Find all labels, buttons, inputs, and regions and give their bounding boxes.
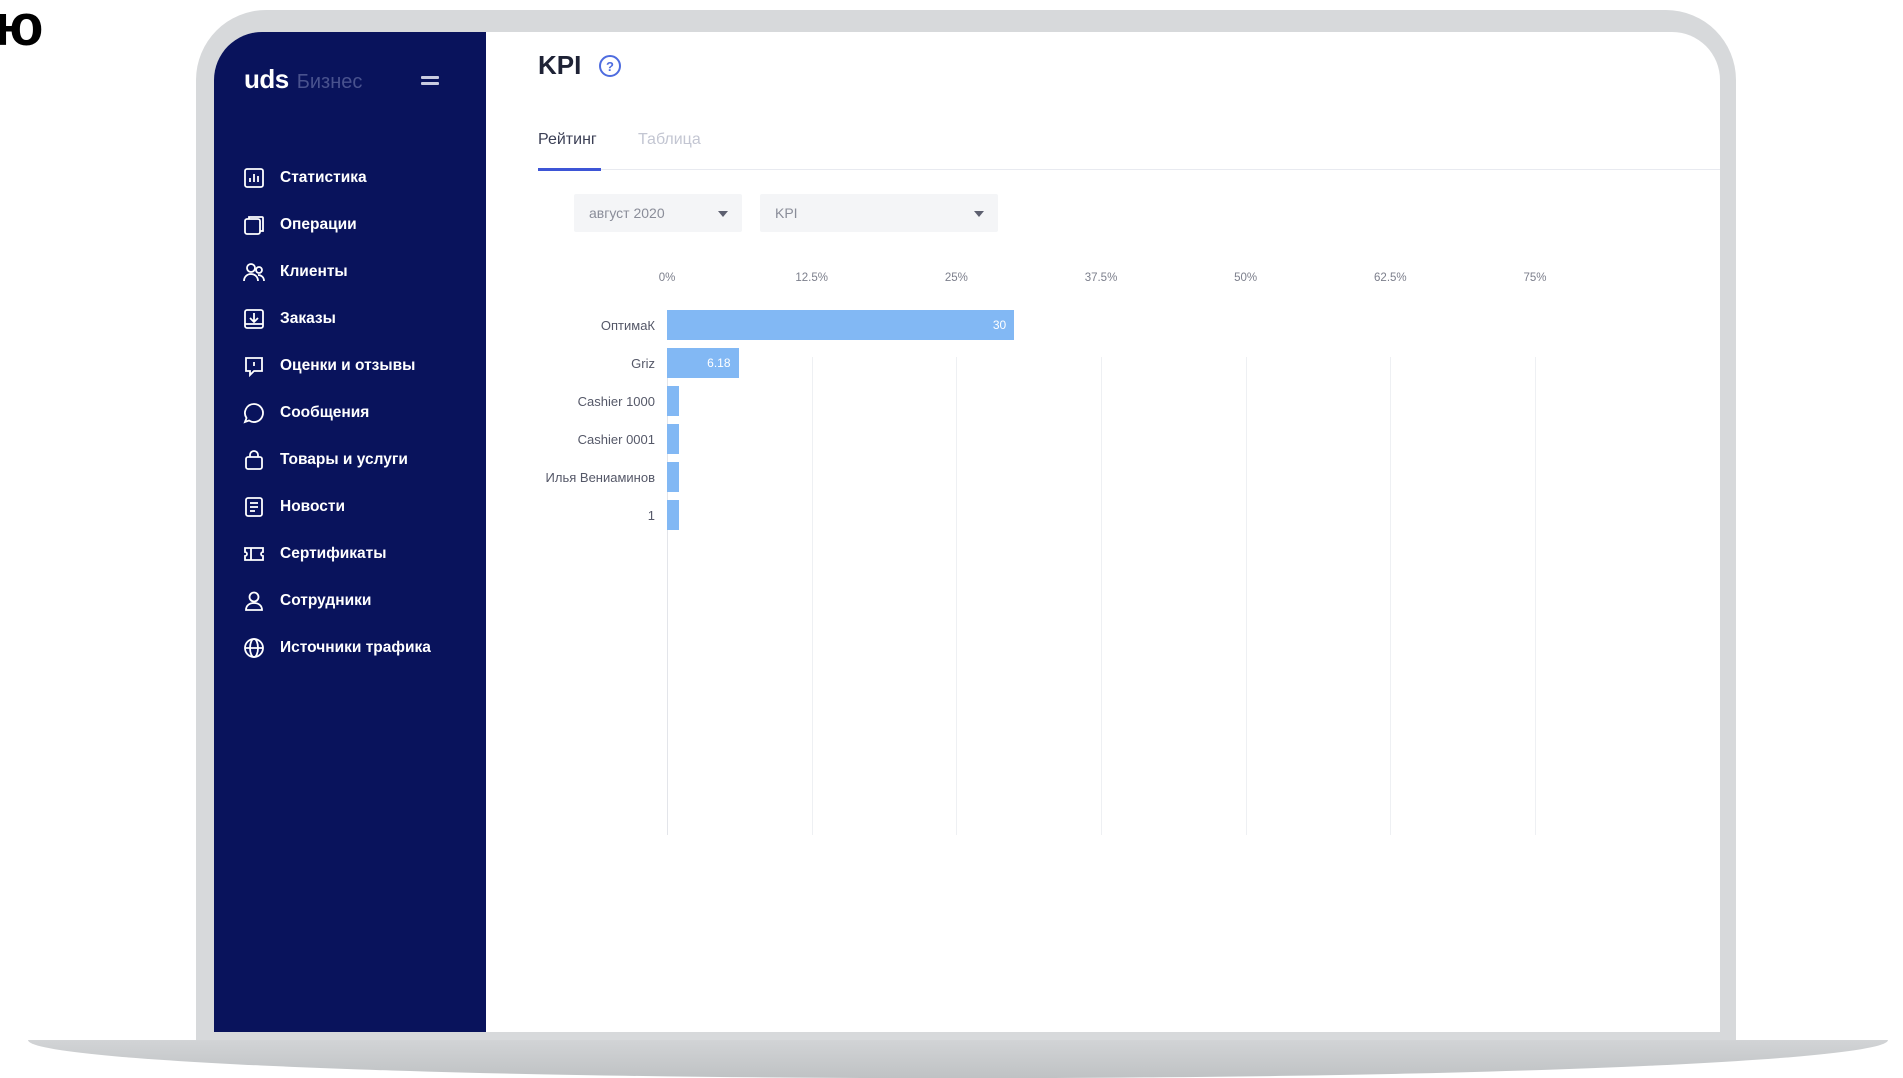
- sidebar-item-operations[interactable]: Операции: [242, 201, 431, 248]
- bar[interactable]: [667, 424, 679, 454]
- bar[interactable]: [667, 500, 679, 530]
- sidebar-item-news[interactable]: Новости: [242, 483, 431, 530]
- bar[interactable]: [667, 386, 679, 416]
- user-icon: [242, 589, 266, 613]
- reviews-icon: [242, 354, 266, 378]
- bar-value-label: 30: [992, 318, 1007, 332]
- bar-value-label: 6.18: [707, 356, 731, 370]
- sidebar-item-label: Операции: [280, 215, 357, 233]
- x-tick-label: 12.5%: [795, 272, 828, 284]
- sidebar-item-messages[interactable]: Сообщения: [242, 389, 431, 436]
- sidebar-item-label: Заказы: [280, 309, 336, 327]
- grid-line: [1535, 357, 1536, 835]
- operations-icon: [242, 213, 266, 237]
- kpi-bar-chart: 0% 12.5% 25% 37.5% 50% 62.5% 75% ОптимаК 30 Griz 6…: [486, 32, 1720, 1032]
- sidebar-item-orders[interactable]: Заказы: [242, 295, 431, 342]
- laptop-base: [28, 1040, 1888, 1078]
- grid-line: [811, 357, 813, 835]
- sidebar-item-employees[interactable]: Сотрудники: [242, 577, 431, 624]
- globe-icon: [242, 636, 266, 660]
- main-content: KPI ? Рейтинг Таблица август 2020 KPI 0%…: [486, 32, 1720, 1032]
- partial-heading-text: ю: [0, 0, 44, 58]
- certificate-icon: [242, 542, 266, 566]
- chart-icon: [242, 166, 266, 190]
- bar[interactable]: [667, 462, 679, 492]
- grid-line: [1245, 357, 1247, 835]
- sidebar-item-certificates[interactable]: Сертификаты: [242, 530, 431, 577]
- x-tick-label: 62.5%: [1374, 272, 1407, 284]
- bag-icon: [242, 448, 266, 472]
- sidebar-item-label: Товары и услуги: [280, 450, 408, 468]
- sidebar-item-clients[interactable]: Клиенты: [242, 248, 431, 295]
- brand[interactable]: uds Бизнес: [244, 64, 362, 95]
- orders-icon: [242, 307, 266, 331]
- menu-toggle-icon[interactable]: [421, 74, 439, 86]
- grid-line: [1101, 357, 1102, 835]
- category-label: Cashier 1000: [577, 394, 655, 409]
- category-label: 1: [647, 508, 655, 523]
- laptop-screen: uds Бизнес Статистика Операции Клиенты З…: [214, 32, 1720, 1032]
- sidebar-nav: Статистика Операции Клиенты Заказы Оценк…: [242, 154, 431, 671]
- sidebar-item-label: Сообщения: [280, 403, 370, 421]
- sidebar-item-label: Источники трафика: [280, 638, 431, 656]
- grid-line: [1390, 357, 1392, 835]
- brand-subtitle: Бизнес: [296, 71, 363, 93]
- x-tick-label: 50%: [1234, 272, 1258, 284]
- sidebar-item-label: Сертификаты: [280, 544, 387, 562]
- category-label: Griz: [631, 356, 655, 371]
- sidebar-item-label: Статистика: [280, 168, 367, 186]
- sidebar-item-label: Сотрудники: [280, 591, 372, 609]
- clients-icon: [242, 260, 266, 284]
- bar[interactable]: [667, 310, 1015, 340]
- x-tick-label: 25%: [944, 272, 968, 284]
- sidebar-item-label: Новости: [280, 497, 345, 515]
- news-icon: [242, 495, 266, 519]
- category-label: Cashier 0001: [577, 432, 655, 447]
- sidebar-item-traffic-sources[interactable]: Источники трафика: [242, 624, 431, 671]
- x-tick-label: 75%: [1523, 272, 1547, 284]
- sidebar-item-label: Оценки и отзывы: [280, 356, 416, 374]
- grid-line: [956, 357, 958, 835]
- category-label: Илья Вениаминов: [545, 470, 655, 485]
- brand-logo: uds: [244, 64, 289, 94]
- sidebar-item-label: Клиенты: [280, 262, 348, 280]
- x-tick-label: 0%: [658, 272, 676, 284]
- sidebar-item-statistics[interactable]: Статистика: [242, 154, 431, 201]
- category-label: ОптимаК: [600, 318, 655, 333]
- messages-icon: [242, 401, 266, 425]
- x-tick-label: 37.5%: [1084, 272, 1118, 284]
- sidebar-item-reviews[interactable]: Оценки и отзывы: [242, 342, 431, 389]
- sidebar: uds Бизнес Статистика Операции Клиенты З…: [214, 32, 486, 1032]
- sidebar-item-products[interactable]: Товары и услуги: [242, 436, 431, 483]
